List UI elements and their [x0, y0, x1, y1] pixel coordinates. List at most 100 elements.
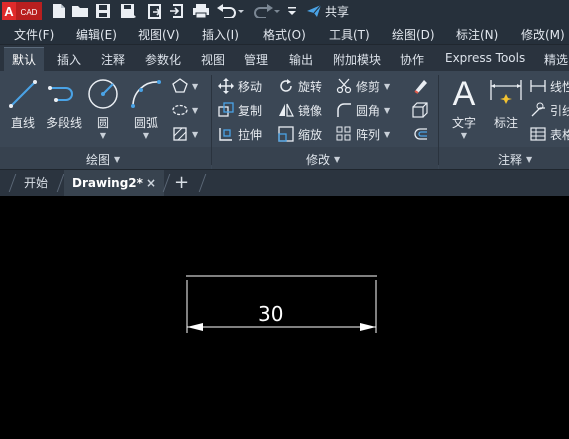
save-as-icon[interactable] — [120, 2, 138, 20]
table-icon — [530, 126, 546, 142]
array-dropdown-icon[interactable]: ▼ — [384, 130, 390, 139]
tab-addins[interactable]: 附加模块 — [333, 51, 381, 68]
fillet-icon — [336, 102, 352, 118]
dimension-drawing — [186, 275, 377, 333]
circle-tool[interactable]: 圆 ▼ — [86, 77, 120, 140]
share-button[interactable]: 共享 — [306, 0, 349, 22]
explode-tool[interactable] — [412, 101, 428, 119]
add-tab-icon[interactable]: + — [174, 170, 189, 196]
close-icon[interactable]: × — [146, 170, 156, 196]
app-logo[interactable]: A CAD — [2, 1, 42, 21]
share-label: 共享 — [325, 4, 350, 19]
import-icon[interactable] — [168, 2, 186, 20]
polyline-tool[interactable]: 多段线 — [42, 77, 86, 131]
line-tool[interactable]: 直线 — [6, 77, 40, 131]
arc-dropdown-icon[interactable]: ▼ — [128, 131, 164, 140]
open-folder-icon[interactable] — [71, 2, 89, 20]
doc-tab-drawing2[interactable]: Drawing2* × — [64, 170, 164, 196]
text-tool[interactable]: A 文字 ▼ — [446, 75, 482, 141]
polygon-dropdown-icon[interactable]: ▼ — [192, 82, 198, 91]
offset-tool[interactable] — [412, 125, 428, 143]
print-icon[interactable] — [192, 2, 210, 20]
trim-dropdown-icon[interactable]: ▼ — [384, 82, 390, 91]
mirror-tool[interactable]: 镜像 — [278, 101, 322, 119]
text-dropdown-icon[interactable]: ▼ — [446, 131, 482, 140]
tab-default[interactable]: 默认 — [4, 47, 45, 72]
polyline-label: 多段线 — [45, 116, 82, 130]
draw-panel-label: 绘图 — [86, 153, 111, 167]
array-tool[interactable]: 阵列 ▼ — [336, 125, 390, 143]
menu-file[interactable]: 文件(F) — [14, 26, 54, 43]
leader-tool[interactable]: 引线 — [530, 101, 569, 119]
tab-featured[interactable]: 精选 — [544, 51, 568, 68]
rotate-tool[interactable]: 旋转 — [278, 77, 322, 95]
doc-tab-start[interactable]: 开始 — [24, 170, 48, 196]
circle-dropdown-icon[interactable]: ▼ — [86, 131, 120, 140]
tab-collaborate[interactable]: 协作 — [400, 51, 424, 68]
new-file-icon[interactable] — [50, 2, 68, 20]
stretch-tool[interactable]: 拉伸 — [218, 125, 262, 143]
undo-icon[interactable] — [216, 2, 244, 20]
tab-annotate[interactable]: 注释 — [101, 51, 125, 68]
explode-icon — [412, 102, 428, 118]
tab-insert[interactable]: 插入 — [57, 51, 81, 68]
fillet-tool[interactable]: 圆角 ▼ — [336, 101, 390, 119]
title-bar: A CAD 共享 — [0, 0, 569, 22]
tab-parametric[interactable]: 参数化 — [145, 51, 181, 68]
menu-edit[interactable]: 编辑(E) — [76, 26, 117, 43]
dropdown-icon[interactable] — [286, 2, 298, 20]
linear-dimension-tool[interactable]: 线性 — [530, 77, 569, 95]
leader-label: 引线 — [550, 103, 569, 118]
scale-label: 缩放 — [298, 127, 323, 142]
drawing-canvas[interactable]: 30 — [0, 196, 569, 439]
polygon-tool[interactable]: ▼ — [172, 77, 198, 95]
menu-draw[interactable]: 绘图(D) — [392, 26, 435, 43]
tab-express-tools[interactable]: Express Tools — [445, 51, 525, 65]
export-icon[interactable] — [146, 2, 164, 20]
rotate-label: 旋转 — [298, 79, 323, 94]
hatch-dropdown-icon[interactable]: ▼ — [192, 130, 198, 139]
eraser-icon — [412, 78, 428, 94]
dimension-tool[interactable]: 标注 — [488, 77, 524, 131]
line-label: 直线 — [10, 116, 35, 130]
tab-separator — [198, 174, 207, 192]
menu-view[interactable]: 视图(V) — [138, 26, 180, 43]
copy-tool[interactable]: 复制 — [218, 101, 262, 119]
array-icon — [336, 126, 352, 142]
erase-tool[interactable] — [412, 77, 428, 95]
draw-panel-title[interactable]: 绘图 ▼ — [86, 151, 120, 168]
redo-icon[interactable] — [252, 2, 280, 20]
trim-icon — [336, 78, 352, 94]
menu-modify[interactable]: 修改(M) — [521, 26, 565, 43]
line-icon — [7, 78, 39, 110]
move-tool[interactable]: 移动 — [218, 77, 262, 95]
menu-tools[interactable]: 工具(T) — [329, 26, 370, 43]
tab-output[interactable]: 输出 — [289, 51, 313, 68]
copy-label: 复制 — [238, 103, 263, 118]
panel-divider — [211, 75, 212, 165]
mirror-label: 镜像 — [298, 103, 323, 118]
array-label: 阵列 — [356, 127, 381, 142]
menu-format[interactable]: 格式(O) — [263, 26, 306, 43]
modify-panel-title[interactable]: 修改 ▼ — [306, 151, 340, 168]
arc-tool[interactable]: 圆弧 ▼ — [128, 77, 164, 140]
annotation-panel-label: 注释 — [498, 153, 523, 167]
fillet-dropdown-icon[interactable]: ▼ — [384, 106, 390, 115]
trim-tool[interactable]: 修剪 ▼ — [336, 77, 390, 95]
scale-tool[interactable]: 缩放 — [278, 125, 322, 143]
fillet-label: 圆角 — [356, 103, 381, 118]
tab-manage[interactable]: 管理 — [244, 51, 268, 68]
hatch-tool[interactable]: ▼ — [172, 125, 198, 143]
tab-view[interactable]: 视图 — [201, 51, 225, 68]
menu-dimension[interactable]: 标注(N) — [456, 26, 498, 43]
ellipse-dropdown-icon[interactable]: ▼ — [192, 106, 198, 115]
send-icon — [306, 4, 322, 18]
annotation-panel-title[interactable]: 注释 ▼ — [498, 151, 532, 168]
table-tool[interactable]: 表格 — [530, 125, 569, 143]
dimension-text[interactable]: 30 — [258, 302, 283, 326]
menu-insert[interactable]: 插入(I) — [202, 26, 239, 43]
save-icon[interactable] — [94, 2, 112, 20]
modify-panel-label: 修改 — [306, 153, 331, 167]
ellipse-tool[interactable]: ▼ — [172, 101, 198, 119]
linear-icon — [530, 78, 546, 94]
